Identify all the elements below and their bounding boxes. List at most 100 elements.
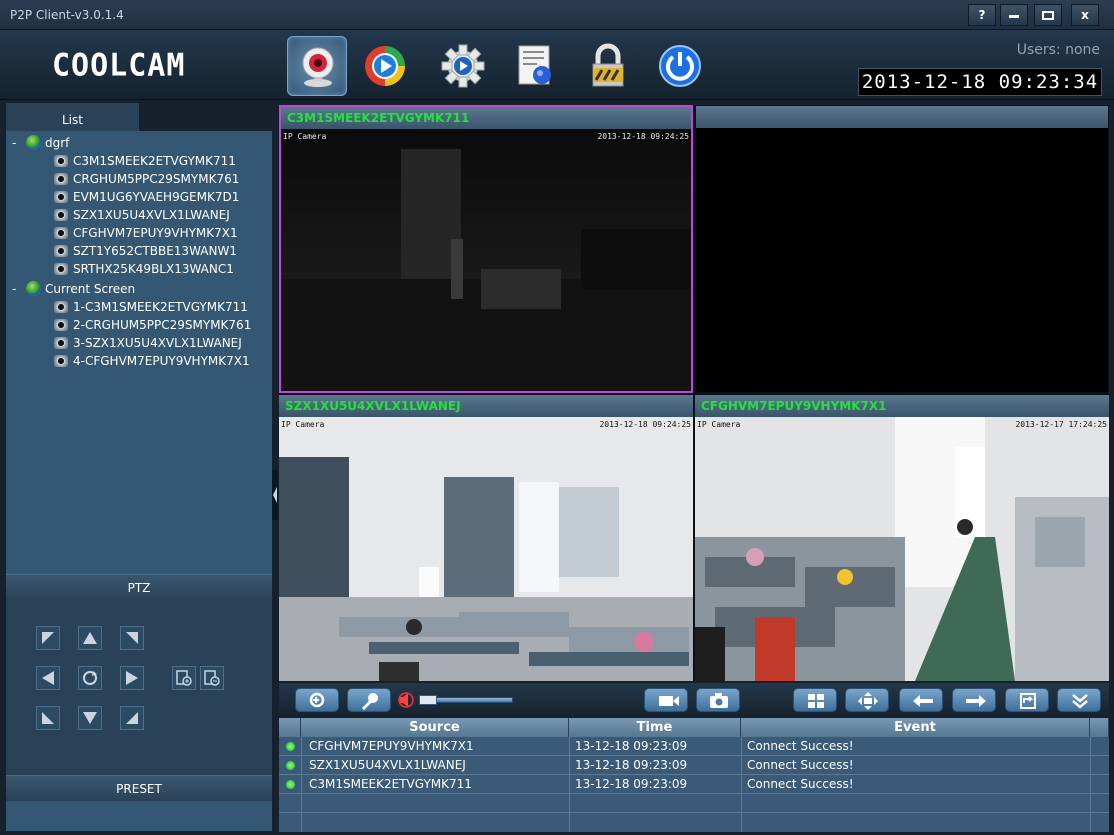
video-pane-1[interactable]: C3M1SMEEK2ETVGYMK711 IP Camera 2013-12-1… (279, 105, 693, 393)
tree-item[interactable]: EVM1UG6YVAEH9GEMK7D1 (54, 188, 239, 206)
tree-item[interactable]: 1-C3M1SMEEK2ETVGYMK711 (54, 298, 248, 316)
close-button[interactable]: x (1071, 4, 1099, 26)
settings-gear-icon (441, 44, 485, 88)
ptz-down-right-button[interactable] (120, 706, 144, 730)
camera-snapshot-icon (710, 693, 728, 708)
collapse-log-button[interactable] (1057, 688, 1101, 712)
window-title: P2P Client-v3.0.1.4 (10, 8, 124, 22)
arrow-down-left-icon (42, 712, 54, 724)
camera-icon (54, 337, 68, 349)
table-row[interactable]: SZX1XU5U4XVLX1LWANEJ 13-12-18 09:23:09 C… (279, 756, 1109, 775)
status-dot-icon (286, 780, 295, 789)
help-button[interactable]: ? (968, 4, 996, 26)
table-row[interactable]: CFGHVM7EPUY9VHYMK7X1 13-12-18 09:23:09 C… (279, 737, 1109, 756)
next-page-button[interactable] (952, 688, 996, 712)
cell-source: C3M1SMEEK2ETVGYMK711 (309, 777, 472, 791)
tree-group-current-screen[interactable]: - Current Screen (12, 280, 135, 298)
table-row[interactable]: C3M1SMEEK2ETVGYMK711 13-12-18 09:23:09 C… (279, 775, 1109, 794)
event-log-table: Source Time Event CFGHVM7EPUY9VHYMK7X1 1… (279, 718, 1109, 832)
record-button[interactable] (644, 688, 688, 712)
live-view-button[interactable] (287, 36, 347, 96)
camera-icon (54, 155, 68, 167)
title-bar: P2P Client-v3.0.1.4 ? x (0, 0, 1114, 30)
tree-item[interactable]: SZX1XU5U4XVLX1LWANEJ (54, 206, 230, 224)
cell-time: 13-12-18 09:23:09 (575, 739, 688, 753)
tree-item[interactable]: SZT1Y652CTBBE13WANW1 (54, 242, 237, 260)
left-panel: List - dgrf C3M1SMEEK2ETVGYMK711 CRGHUM5P… (6, 103, 272, 831)
camera-icon (54, 263, 68, 275)
tree-item[interactable]: 3-SZX1XU5U4XVLX1LWANEJ (54, 334, 242, 352)
tab-list[interactable]: List (6, 103, 139, 131)
users-status: Users: none (1016, 42, 1100, 58)
cell-event: Connect Success! (747, 739, 854, 753)
magnifier-icon (309, 692, 325, 708)
collapse-icon[interactable]: - (12, 134, 26, 152)
ptz-up-right-button[interactable] (120, 626, 144, 650)
video-pane-2[interactable] (695, 105, 1109, 393)
maximize-button[interactable] (1034, 4, 1062, 26)
microphone-icon (361, 693, 378, 710)
fullscreen-icon (858, 692, 878, 710)
minimize-button[interactable] (1000, 4, 1028, 26)
tree-item[interactable]: CFGHVM7EPUY9VHYMK7X1 (54, 224, 238, 242)
collapse-icon[interactable]: - (12, 280, 26, 298)
cell-event: Connect Success! (747, 758, 854, 772)
video-pane-3[interactable]: SZX1XU5U4XVLX1LWANEJ IP Camera 2013-12-1… (279, 395, 693, 681)
video-grid: C3M1SMEEK2ETVGYMK711 IP Camera 2013-12-1… (279, 105, 1109, 681)
logo: COOLCAM (52, 47, 186, 84)
ptz-right-button[interactable] (120, 666, 144, 690)
camera-icon (54, 227, 68, 239)
column-header-source[interactable]: Source (301, 718, 569, 737)
pane-title: C3M1SMEEK2ETVGYMK711 (281, 107, 691, 129)
device-tree: - dgrf C3M1SMEEK2ETVGYMK711 CRGHUM5PPC29S… (6, 131, 272, 574)
settings-button[interactable] (433, 36, 493, 96)
zoom-button[interactable] (295, 688, 339, 712)
tree-item[interactable]: 2-CRGHUM5PPC29SMYMK761 (54, 316, 251, 334)
snapshot-button[interactable] (696, 688, 740, 712)
column-header-time[interactable]: Time (569, 718, 741, 737)
playback-button[interactable] (355, 36, 415, 96)
arrow-right-icon (966, 695, 986, 707)
power-button[interactable] (650, 36, 710, 96)
preset-section-header[interactable]: PRESET (6, 775, 272, 801)
lock-button[interactable] (578, 36, 638, 96)
previous-page-button[interactable] (899, 688, 943, 712)
dark-room-scene (281, 149, 691, 391)
layout-grid-button[interactable] (793, 688, 837, 712)
tree-group-dgrf[interactable]: - dgrf (12, 134, 69, 152)
volume-control[interactable] (397, 691, 513, 709)
ptz-down-button[interactable] (78, 706, 102, 730)
preset-panel (6, 801, 272, 831)
log-button[interactable] (505, 36, 565, 96)
tree-item[interactable]: C3M1SMEEK2ETVGYMK711 (54, 152, 236, 170)
ptz-auto-rotate-button[interactable] (78, 666, 102, 690)
ptz-up-button[interactable] (78, 626, 102, 650)
ptz-section-header[interactable]: PTZ (6, 574, 272, 600)
arrow-up-right-icon (126, 632, 138, 644)
tree-item[interactable]: 4-CFGHVM7EPUY9VHYMK7X1 (54, 352, 250, 370)
status-dot-icon (286, 761, 295, 770)
collapse-arrow-icon (273, 487, 277, 503)
panel-splitter-handle[interactable] (272, 470, 278, 520)
pane-title: CFGHVM7EPUY9VHYMK7X1 (695, 395, 1109, 417)
zoom-out-button[interactable] (200, 666, 224, 690)
volume-slider-thumb[interactable] (419, 695, 437, 705)
arrow-left-icon (913, 695, 933, 707)
ptz-up-left-button[interactable] (36, 626, 60, 650)
tree-item[interactable]: CRGHUM5PPC29SMYMK761 (54, 170, 239, 188)
column-header-event[interactable]: Event (741, 718, 1090, 737)
video-feed: IP Camera 2013-12-18 09:24:25 (279, 417, 693, 681)
arrow-down-right-icon (126, 712, 138, 724)
power-icon (659, 45, 701, 87)
tree-item[interactable]: SRTHX25K49BLX13WANC1 (54, 260, 234, 278)
fullscreen-button[interactable] (845, 688, 889, 712)
clock-display: 2013-12-18 09:23:34 (858, 68, 1102, 96)
ptz-down-left-button[interactable] (36, 706, 60, 730)
video-pane-4[interactable]: CFGHVM7EPUY9VHYMK7X1 IP Camera 2013-12-1… (695, 395, 1109, 681)
ptz-left-button[interactable] (36, 666, 60, 690)
cycle-button[interactable] (1005, 688, 1049, 712)
video-feed-empty (696, 128, 1108, 392)
talk-button[interactable] (347, 688, 391, 712)
camera-icon (54, 355, 68, 367)
zoom-in-button[interactable] (172, 666, 196, 690)
